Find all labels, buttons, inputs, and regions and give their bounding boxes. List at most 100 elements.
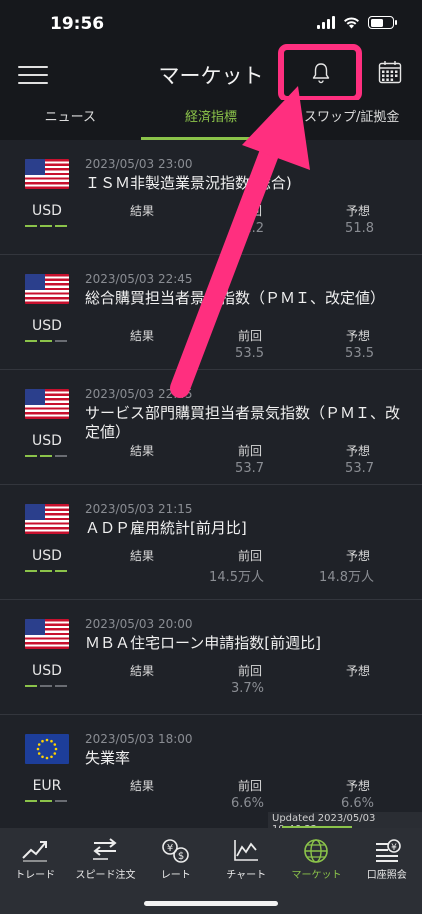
event-row[interactable]: USD 2023/05/03 20:00 ＭＢＡ住宅ローン申請指数[前週比] 結… bbox=[0, 600, 422, 715]
battery-icon bbox=[368, 16, 397, 29]
svg-text:¥: ¥ bbox=[167, 843, 173, 854]
svg-text:$: $ bbox=[178, 851, 184, 862]
forecast-label: 予想 bbox=[346, 779, 371, 793]
previous-value: 53.7 bbox=[235, 461, 264, 476]
event-datetime: 2023/05/03 22:45 bbox=[85, 272, 193, 286]
nav-label: トレード bbox=[15, 870, 56, 881]
tab-news[interactable]: ニュース bbox=[0, 100, 141, 140]
event-row[interactable]: USD 2023/05/03 22:45 サービス部門購買担当者景気指数（ＰＭＩ… bbox=[0, 370, 422, 485]
globe-icon bbox=[304, 839, 329, 863]
nav-label: 口座照会 bbox=[366, 870, 407, 881]
home-indicator bbox=[144, 901, 278, 906]
previous-label: 前回 bbox=[238, 779, 263, 793]
previous-value: 3.7% bbox=[230, 681, 264, 696]
impact-indicator bbox=[25, 225, 67, 227]
forecast-label: 予想 bbox=[346, 549, 371, 563]
event-datetime: 2023/05/03 18:00 bbox=[85, 732, 193, 746]
app-header: マーケット bbox=[0, 44, 422, 102]
bottom-nav: トレード スピード注文 ¥ $ レート チャート マーケット ¥ 口座照会 bbox=[0, 828, 422, 914]
event-title: ＩＳＭ非製造業景況指数(総合) bbox=[85, 174, 292, 192]
result-label: 結果 bbox=[130, 329, 155, 343]
event-title: ＭＢＡ住宅ローン申請指数[前週比] bbox=[85, 634, 321, 652]
nav-label: レート bbox=[160, 870, 191, 881]
us-flag-icon bbox=[25, 274, 69, 304]
rate-icon: ¥ $ bbox=[162, 839, 189, 863]
us-flag-icon bbox=[25, 504, 69, 534]
impact-indicator bbox=[25, 800, 67, 802]
previous-value: 6.6% bbox=[230, 796, 264, 811]
currency-code: USD bbox=[32, 548, 62, 564]
speed-order-icon bbox=[93, 838, 118, 860]
forecast-value: 14.8万人 bbox=[319, 570, 374, 585]
impact-indicator bbox=[25, 455, 67, 457]
tab-economic-indicators[interactable]: 経済指標 bbox=[140, 100, 282, 140]
previous-label: 前回 bbox=[238, 204, 263, 218]
event-title: 総合購買担当者景気指数（ＰＭＩ、改定値） bbox=[85, 289, 386, 307]
event-datetime: 2023/05/03 22:45 bbox=[85, 387, 193, 401]
us-flag-icon bbox=[25, 389, 69, 419]
us-flag-icon bbox=[25, 159, 69, 189]
tab-swap-margin[interactable]: スワップ/証拠金 bbox=[281, 100, 422, 140]
chart-icon bbox=[234, 840, 259, 861]
currency-code: USD bbox=[32, 433, 62, 449]
currency-code: USD bbox=[32, 663, 62, 679]
signal-icon bbox=[317, 16, 335, 29]
trend-icon bbox=[22, 841, 48, 862]
forecast-label: 予想 bbox=[346, 204, 371, 218]
event-title: サービス部門購買担当者景気指数（ＰＭＩ、改定値） bbox=[85, 404, 401, 441]
event-datetime: 2023/05/03 23:00 bbox=[85, 157, 193, 171]
previous-label: 前回 bbox=[238, 549, 263, 563]
previous-label: 前回 bbox=[238, 664, 263, 678]
bell-icon bbox=[312, 63, 330, 84]
status-icons bbox=[317, 16, 397, 29]
impact-indicator bbox=[25, 570, 67, 572]
result-label: 結果 bbox=[130, 204, 155, 218]
previous-value: 14.5万人 bbox=[209, 570, 264, 585]
wifi-icon bbox=[344, 17, 359, 29]
calendar-icon[interactable] bbox=[378, 60, 402, 84]
event-title: 失業率 bbox=[85, 749, 131, 767]
previous-label: 前回 bbox=[238, 329, 263, 343]
forecast-value: 53.7 bbox=[345, 461, 374, 476]
result-label: 結果 bbox=[130, 549, 155, 563]
event-row[interactable]: USD 2023/05/03 21:15 ＡＤＰ雇用統計[前月比] 結果 前回 … bbox=[0, 485, 422, 600]
economic-event-list[interactable]: USD 2023/05/03 23:00 ＩＳＭ非製造業景況指数(総合) 結果 … bbox=[0, 140, 422, 826]
impact-indicator bbox=[25, 685, 67, 687]
result-label: 結果 bbox=[130, 779, 155, 793]
forecast-label: 予想 bbox=[346, 664, 371, 678]
nav-trade[interactable]: トレード bbox=[0, 828, 70, 914]
nav-label: スピード注文 bbox=[75, 870, 136, 881]
result-label: 結果 bbox=[130, 664, 155, 678]
forecast-value: 53.5 bbox=[345, 346, 374, 361]
previous-value: 51.2 bbox=[235, 221, 264, 236]
event-datetime: 2023/05/03 20:00 bbox=[85, 617, 193, 631]
nav-label: チャート bbox=[226, 870, 267, 881]
currency-code: EUR bbox=[32, 778, 62, 794]
forecast-label: 予想 bbox=[346, 444, 371, 458]
event-row[interactable]: USD 2023/05/03 22:45 総合購買担当者景気指数（ＰＭＩ、改定値… bbox=[0, 255, 422, 370]
event-datetime: 2023/05/03 21:15 bbox=[85, 502, 193, 516]
svg-text:¥: ¥ bbox=[391, 843, 397, 853]
notification-button[interactable] bbox=[278, 44, 362, 102]
us-flag-icon bbox=[25, 619, 69, 649]
currency-code: USD bbox=[32, 203, 62, 219]
status-bar: 19:56 bbox=[0, 0, 422, 50]
event-title: ＡＤＰ雇用統計[前月比] bbox=[85, 519, 247, 537]
nav-speed-order[interactable]: スピード注文 bbox=[70, 828, 140, 914]
eu-flag-icon bbox=[25, 734, 69, 764]
nav-label: マーケット bbox=[291, 870, 342, 881]
event-row[interactable]: EUR 2023/05/03 18:00 失業率 結果 前回 予想 6.6% 6… bbox=[0, 715, 422, 826]
previous-label: 前回 bbox=[238, 444, 263, 458]
status-time: 19:56 bbox=[50, 14, 105, 34]
forecast-value: 51.8 bbox=[345, 221, 374, 236]
forecast-value: 6.6% bbox=[340, 796, 374, 811]
currency-code: USD bbox=[32, 318, 62, 334]
event-row[interactable]: USD 2023/05/03 23:00 ＩＳＭ非製造業景況指数(総合) 結果 … bbox=[0, 140, 422, 255]
nav-account[interactable]: ¥ 口座照会 bbox=[352, 828, 422, 914]
account-icon: ¥ bbox=[375, 839, 401, 862]
tab-bar: ニュース 経済指標 スワップ/証拠金 bbox=[0, 100, 422, 140]
nav-market[interactable]: マーケット bbox=[281, 828, 351, 914]
forecast-label: 予想 bbox=[346, 329, 371, 343]
impact-indicator bbox=[25, 340, 67, 342]
result-label: 結果 bbox=[130, 444, 155, 458]
